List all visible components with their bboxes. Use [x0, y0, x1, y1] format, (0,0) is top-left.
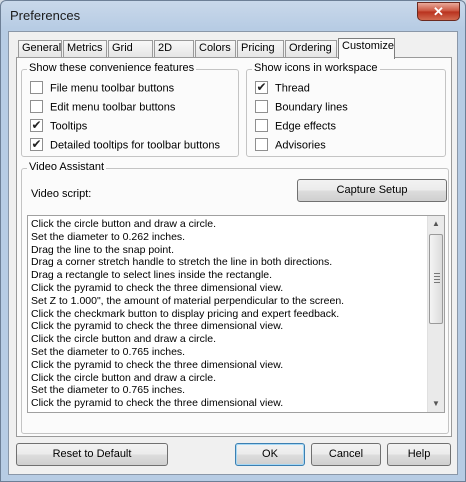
checkmark-icon[interactable]: ✔ — [30, 138, 43, 151]
tab-customize[interactable]: Customize — [338, 38, 395, 59]
script-line: Click the circle button and draw a circl… — [31, 371, 216, 384]
tab-pricing[interactable]: Pricing — [237, 40, 284, 58]
checkbox-edge-effects[interactable]: Edge effects — [255, 119, 336, 136]
workspace-icons-group: Show icons in workspace ✔ Thread Boundary… — [246, 62, 446, 157]
convenience-features-group: Show these convenience features File men… — [21, 62, 239, 157]
checkbox-label: Edge effects — [275, 120, 336, 133]
help-button[interactable]: Help — [387, 443, 451, 466]
video-assistant-legend: Video Assistant — [27, 161, 107, 173]
checkbox-edit-menu-toolbar[interactable]: Edit menu toolbar buttons — [30, 100, 176, 117]
convenience-legend: Show these convenience features — [27, 62, 197, 74]
checkbox-boundary-lines[interactable]: Boundary lines — [255, 100, 348, 117]
checkbox-label: Tooltips — [50, 120, 88, 133]
checkbox-detailed-tooltips[interactable]: ✔ Detailed tooltips for toolbar buttons — [30, 138, 220, 155]
tab-ordering[interactable]: Ordering — [285, 40, 337, 58]
script-line: Set the diameter to 0.765 inches. — [31, 384, 186, 397]
script-line: Drag a rectangle to select lines inside … — [31, 269, 273, 282]
checkbox-label: Advisories — [275, 139, 326, 152]
script-line: Click the pyramid to check the three dim… — [31, 397, 284, 410]
checkbox-box[interactable] — [255, 119, 268, 132]
vertical-scrollbar[interactable]: ▲ ▼ — [427, 216, 444, 412]
scroll-down-arrow-icon[interactable]: ▼ — [428, 396, 444, 412]
video-script-textarea[interactable]: Click the circle button and draw a circl… — [27, 215, 445, 413]
script-line: Click the circle button and draw a circl… — [31, 333, 216, 346]
capture-setup-button[interactable]: Capture Setup — [297, 179, 447, 202]
script-line: Drag the line to the snap point. — [31, 243, 175, 256]
video-script-lines: Click the circle button and draw a circl… — [31, 218, 426, 410]
script-line: Drag a corner stretch handle to stretch … — [31, 256, 333, 269]
tab-2d[interactable]: 2D — [154, 40, 194, 58]
script-line: Set the diameter to 0.765 inches. — [31, 345, 186, 358]
script-line: Click the circle button and draw a circl… — [31, 218, 216, 230]
checkbox-box[interactable] — [255, 100, 268, 113]
workspace-legend: Show icons in workspace — [252, 62, 380, 74]
script-line: Click the checkmark button to display pr… — [31, 307, 340, 320]
script-line: Click the pyramid to check the three dim… — [31, 281, 284, 294]
checkbox-thread[interactable]: ✔ Thread — [255, 81, 310, 98]
checkbox-label: Edit menu toolbar buttons — [50, 101, 176, 114]
reset-to-default-button[interactable]: Reset to Default — [16, 443, 168, 466]
close-icon: ✕ — [433, 4, 444, 19]
close-button[interactable]: ✕ — [417, 2, 460, 21]
grip-icon — [434, 273, 440, 283]
video-script-label: Video script: — [31, 188, 92, 200]
cancel-button[interactable]: Cancel — [311, 443, 381, 466]
checkbox-label: Detailed tooltips for toolbar buttons — [50, 139, 220, 152]
tab-metrics[interactable]: Metrics — [63, 40, 107, 58]
checkbox-box[interactable] — [30, 100, 43, 113]
checkbox-label: File menu toolbar buttons — [50, 82, 175, 95]
tab-general[interactable]: General — [18, 40, 62, 58]
script-line: Set Z to 1.000", the amount of material … — [31, 294, 345, 307]
checkbox-label: Thread — [275, 82, 310, 95]
customize-panel: Show these convenience features File men… — [16, 57, 452, 437]
checkbox-box[interactable] — [30, 81, 43, 94]
checkbox-advisories[interactable]: Advisories — [255, 138, 326, 155]
preferences-window: Preferences ✕ General Metrics Grid 2D Co… — [0, 0, 466, 482]
window-title: Preferences — [10, 8, 81, 23]
script-line: Click the pyramid to check the three dim… — [31, 358, 284, 371]
script-line: Set the diameter to 0.262 inches. — [31, 230, 186, 243]
title-bar[interactable]: Preferences ✕ — [1, 1, 465, 31]
checkmark-icon[interactable]: ✔ — [30, 119, 43, 132]
checkbox-file-menu-toolbar[interactable]: File menu toolbar buttons — [30, 81, 175, 98]
video-assistant-group: Video Assistant Video script: Capture Se… — [21, 161, 449, 434]
tab-colors[interactable]: Colors — [195, 40, 236, 58]
tab-grid[interactable]: Grid — [108, 40, 153, 58]
checkbox-label: Boundary lines — [275, 101, 348, 114]
checkmark-icon[interactable]: ✔ — [255, 81, 268, 94]
checkbox-box[interactable] — [255, 138, 268, 151]
dialog-client-area: General Metrics Grid 2D Colors Pricing O… — [8, 31, 458, 475]
scroll-up-arrow-icon[interactable]: ▲ — [428, 216, 444, 232]
checkbox-tooltips[interactable]: ✔ Tooltips — [30, 119, 88, 136]
scroll-thumb[interactable] — [429, 234, 443, 324]
script-line: Click the pyramid to check the three dim… — [31, 320, 284, 333]
ok-button[interactable]: OK — [235, 443, 305, 466]
